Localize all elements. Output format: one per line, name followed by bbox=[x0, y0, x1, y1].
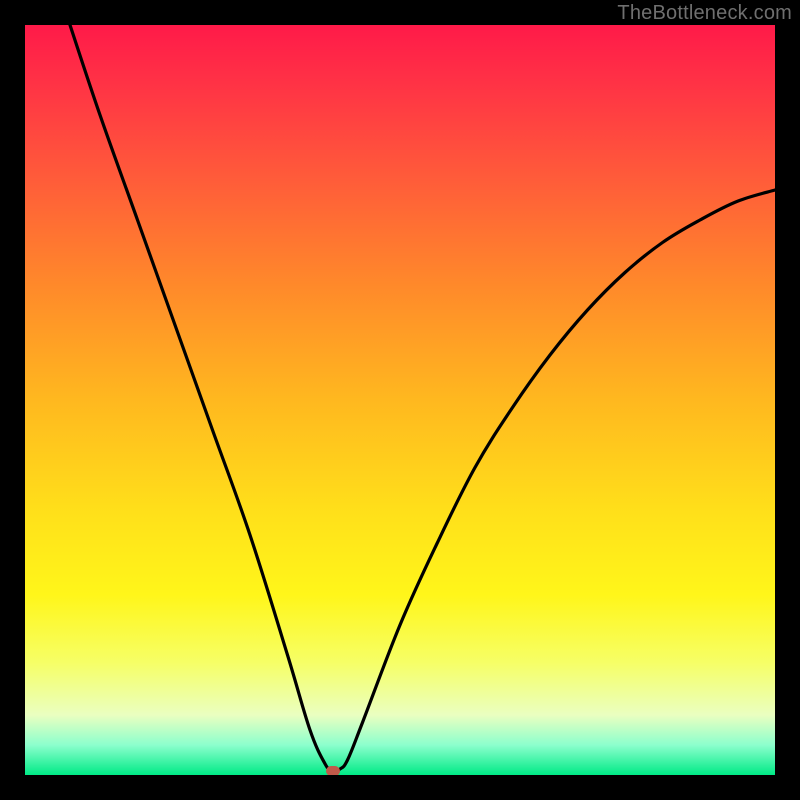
bottleneck-curve bbox=[25, 25, 775, 775]
plot-area bbox=[25, 25, 775, 775]
chart-frame: TheBottleneck.com bbox=[0, 0, 800, 800]
minimum-marker-icon bbox=[326, 766, 340, 775]
watermark-text: TheBottleneck.com bbox=[617, 2, 792, 25]
